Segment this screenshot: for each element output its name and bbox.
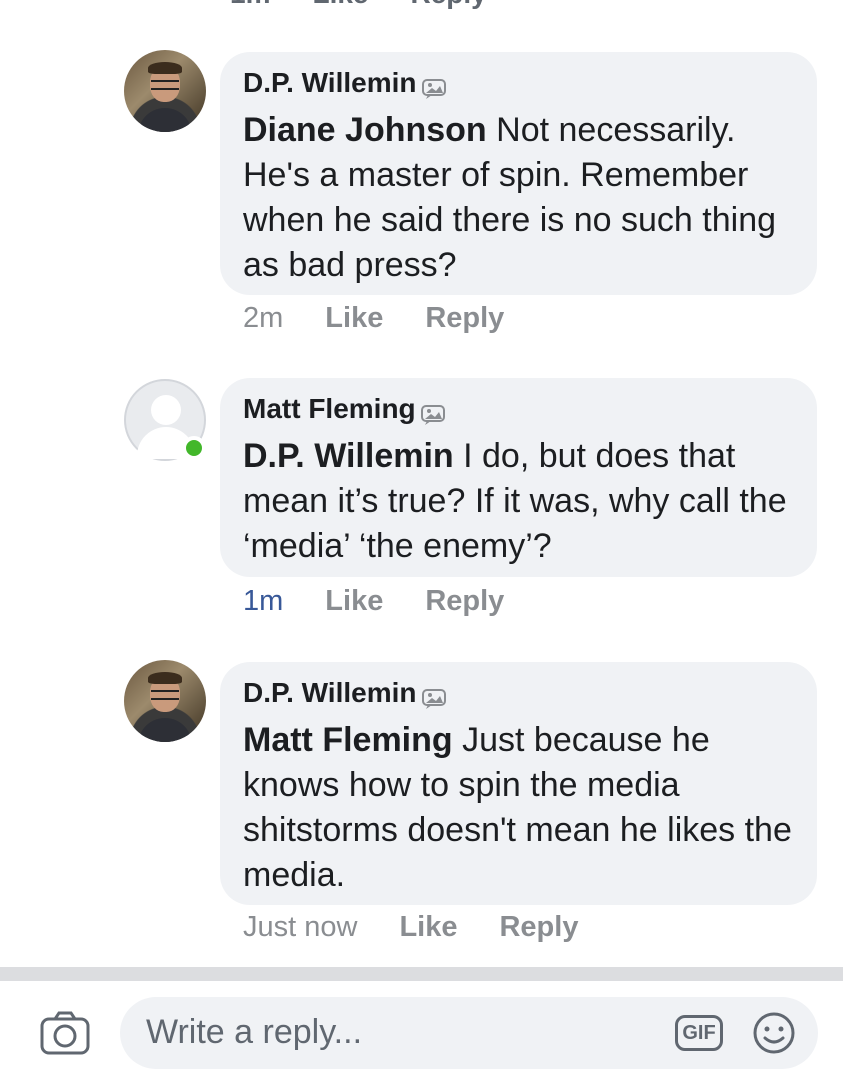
comment-time[interactable]: Just now — [243, 911, 357, 944]
image-comment-badge-icon — [420, 399, 447, 425]
comment-text: D.P. Willemin I do, but does that mean i… — [243, 434, 793, 569]
like-button[interactable]: Like — [399, 911, 457, 944]
camera-icon[interactable] — [40, 1011, 90, 1055]
comment-bubble: D.P. Willemin Matt Fleming Just because … — [220, 662, 817, 905]
mention-link[interactable]: D.P. Willemin — [243, 437, 454, 475]
reply-button[interactable]: Reply — [425, 585, 504, 618]
reply-placeholder: Write a reply... — [146, 1013, 363, 1051]
previous-reply-button[interactable]: Reply — [411, 0, 487, 9]
comment-text: Matt Fleming Just because he knows how t… — [243, 718, 793, 898]
comment-text: Diane Johnson Not necessarily. He's a ma… — [243, 108, 793, 288]
comment-author[interactable]: D.P. Willemin — [243, 66, 417, 100]
like-button[interactable]: Like — [325, 302, 383, 335]
avatar-dp-willemin[interactable] — [124, 660, 206, 742]
comment-time[interactable]: 1m — [243, 585, 283, 618]
reply-button[interactable]: Reply — [425, 302, 504, 335]
composer-divider — [0, 967, 843, 981]
reply-input[interactable]: Write a reply... GIF — [120, 997, 818, 1069]
comment-bubble: Matt Fleming D.P. Willemin I do, but doe… — [220, 378, 817, 577]
mention-link[interactable]: Diane Johnson — [243, 111, 487, 149]
online-status-icon — [182, 436, 206, 460]
comment-actions: 1m Like Reply — [243, 585, 504, 618]
reply-button[interactable]: Reply — [499, 911, 578, 944]
mention-link[interactable]: Matt Fleming — [243, 721, 453, 759]
comment-author[interactable]: Matt Fleming — [243, 392, 416, 426]
previous-like-button[interactable]: Like — [312, 0, 368, 9]
image-comment-badge-icon — [421, 683, 448, 709]
comment-actions: Just now Like Reply — [243, 911, 578, 944]
comment-bubble: D.P. Willemin Diane Johnson Not necessar… — [220, 52, 817, 295]
smiley-icon[interactable] — [752, 1011, 796, 1055]
image-comment-badge-icon — [421, 73, 448, 99]
previous-time: 1m — [230, 0, 270, 9]
avatar-dp-willemin[interactable] — [124, 50, 206, 132]
comment-author[interactable]: D.P. Willemin — [243, 676, 417, 710]
comment-time[interactable]: 2m — [243, 302, 283, 335]
comment-actions: 2m Like Reply — [243, 302, 504, 335]
like-button[interactable]: Like — [325, 585, 383, 618]
previous-comment-actions: 1m Like Reply — [230, 0, 487, 9]
reply-composer: Write a reply... GIF — [0, 981, 843, 1069]
gif-icon[interactable]: GIF — [675, 1015, 723, 1051]
